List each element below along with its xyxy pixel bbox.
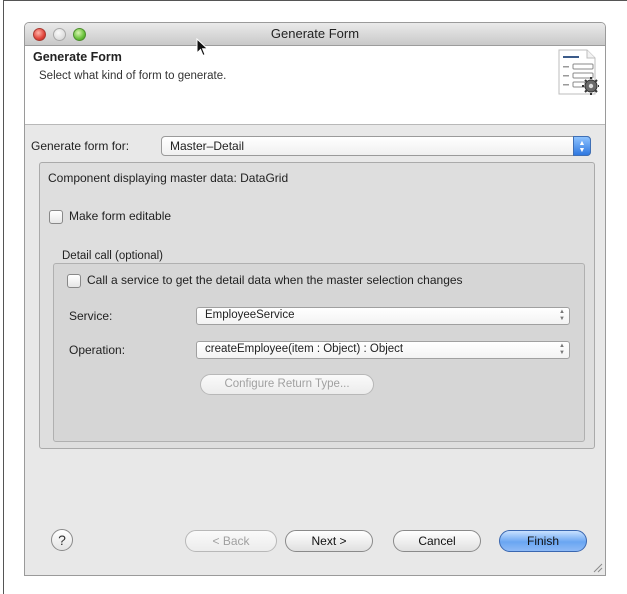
page-frame-left xyxy=(3,0,4,594)
title-bar[interactable]: Generate Form xyxy=(25,23,605,46)
next-button[interactable]: Next > xyxy=(285,530,373,552)
generate-form-for-select[interactable]: Master–Detail ▲ ▼ xyxy=(161,136,591,156)
page-frame-top xyxy=(3,0,627,1)
window-title: Generate Form xyxy=(270,26,360,41)
finish-button[interactable]: Finish xyxy=(499,530,587,552)
service-combo[interactable]: EmployeeService ▲ ▼ xyxy=(196,307,570,325)
call-service-label[interactable]: Call a service to get the detail data wh… xyxy=(87,273,463,287)
form-options-panel: Component displaying master data: DataGr… xyxy=(39,162,595,449)
component-info-text: Component displaying master data: DataGr… xyxy=(48,171,289,185)
generate-form-for-value: Master–Detail xyxy=(170,139,245,153)
mouse-pointer-icon xyxy=(196,38,209,57)
call-service-checkbox[interactable] xyxy=(67,274,81,288)
page-title: Generate Form xyxy=(33,50,122,64)
generate-form-dialog: Generate Form Generate Form Select what … xyxy=(24,22,606,576)
service-value: EmployeeService xyxy=(205,309,295,321)
configure-return-type-button[interactable]: Configure Return Type... xyxy=(200,374,374,395)
wizard-header: Generate Form Select what kind of form t… xyxy=(25,46,605,125)
generate-form-for-label: Generate form for: xyxy=(31,139,130,153)
combo-arrows-icon: ▲ ▼ xyxy=(559,343,565,356)
operation-value: createEmployee(item : Object) : Object xyxy=(205,343,404,355)
detail-call-group-label: Detail call (optional) xyxy=(62,250,163,262)
service-label: Service: xyxy=(69,309,113,323)
page-subtitle: Select what kind of form to generate. xyxy=(39,70,227,82)
back-button[interactable]: < Back xyxy=(185,530,277,552)
resize-grip-icon[interactable] xyxy=(591,561,603,573)
detail-call-group: Call a service to get the detail data wh… xyxy=(53,263,585,442)
select-arrows-icon[interactable]: ▲ ▼ xyxy=(573,136,591,156)
combo-arrows-icon: ▲ ▼ xyxy=(559,309,565,322)
help-icon[interactable]: ? xyxy=(51,529,73,551)
operation-label: Operation: xyxy=(69,343,126,357)
operation-combo[interactable]: createEmployee(item : Object) : Object ▲… xyxy=(196,341,570,359)
make-form-editable-label[interactable]: Make form editable xyxy=(69,209,171,223)
cancel-button[interactable]: Cancel xyxy=(393,530,481,552)
form-settings-icon xyxy=(558,49,599,95)
make-form-editable-checkbox[interactable] xyxy=(49,210,63,224)
